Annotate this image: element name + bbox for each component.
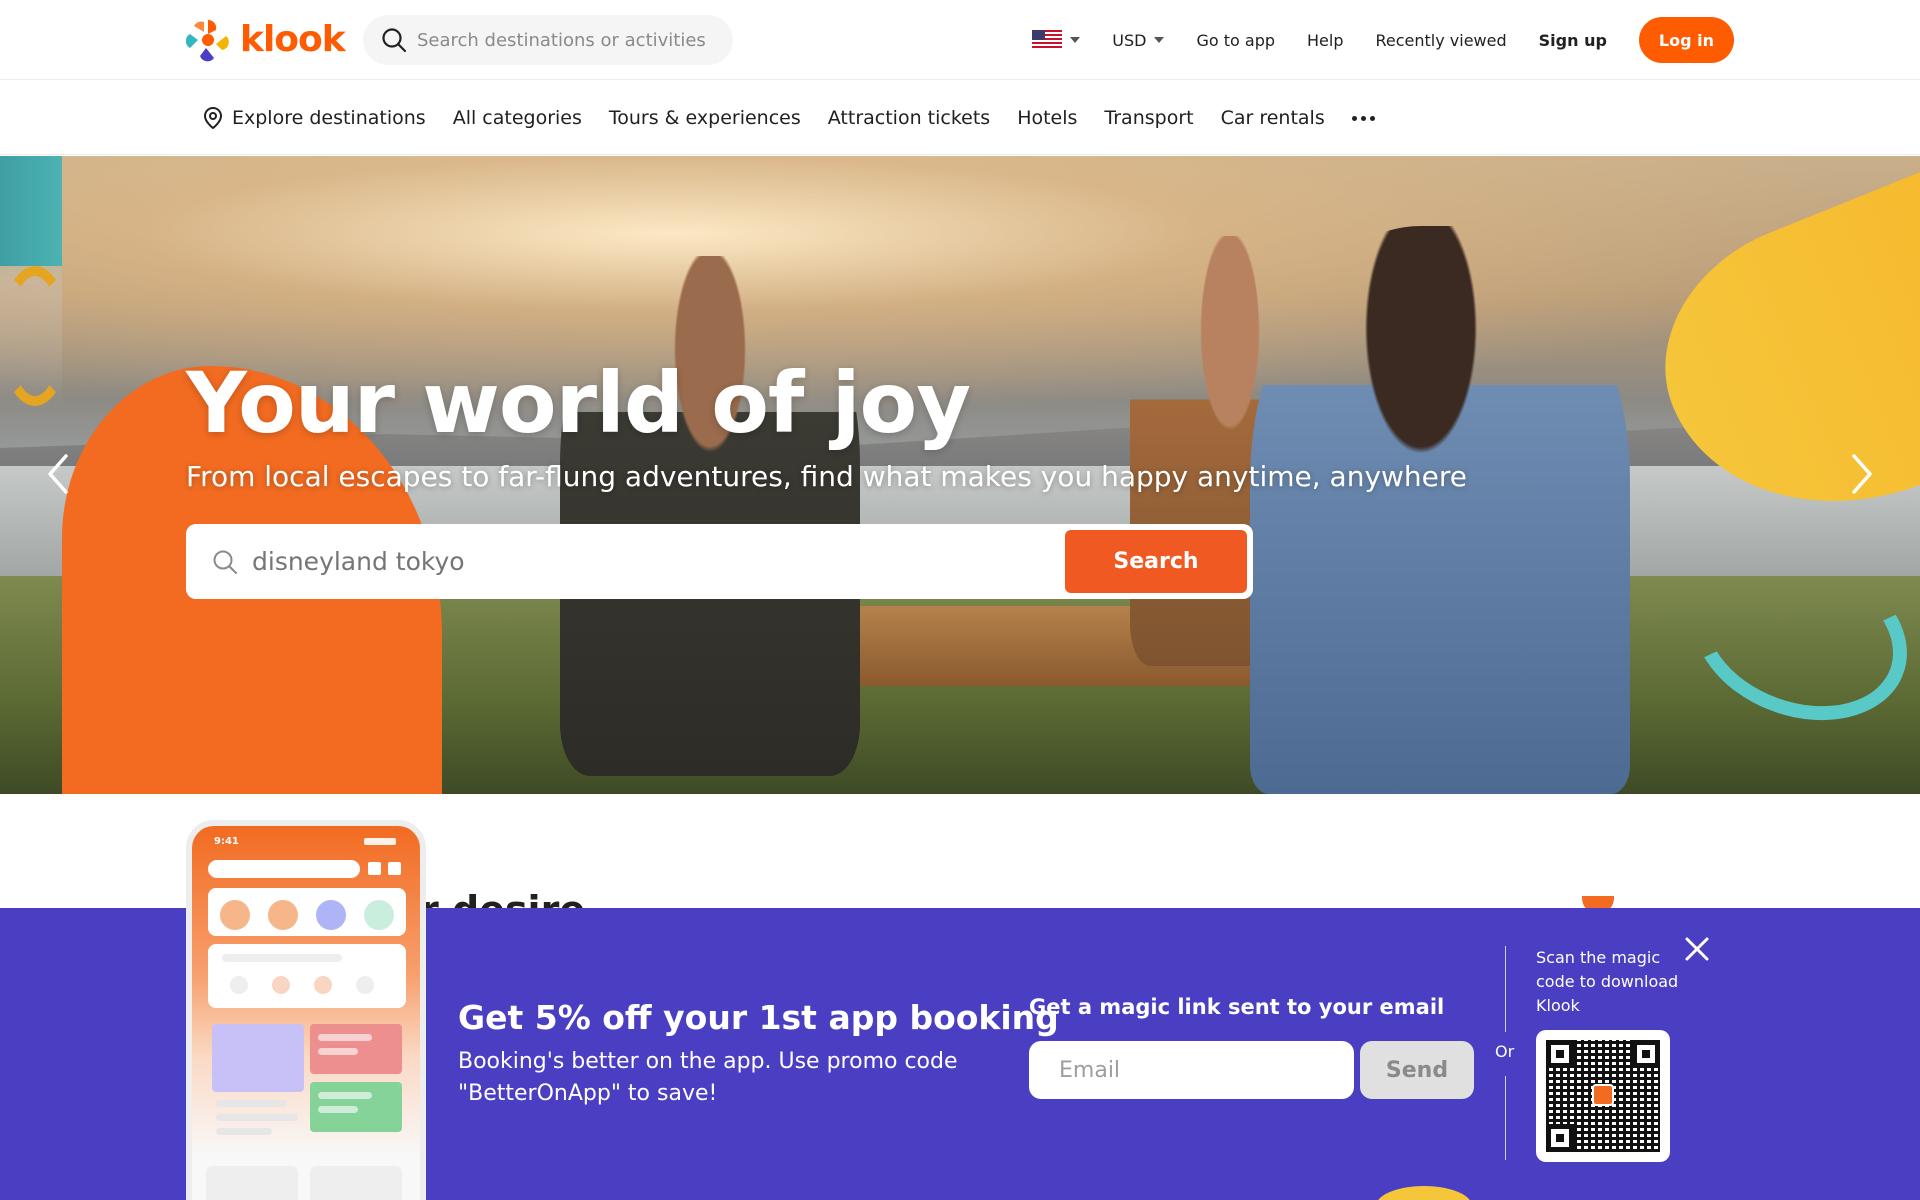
close-button[interactable]: [1684, 936, 1710, 962]
qr-code-icon: [1546, 1040, 1660, 1152]
more-options-icon[interactable]: [1351, 115, 1375, 121]
hero-image-person: [1250, 226, 1630, 794]
chevron-down-icon: [1070, 37, 1081, 43]
or-label: Or: [1495, 1042, 1515, 1061]
promo-title: Get 5% off your 1st app booking: [458, 998, 1059, 1037]
chevron-right-icon: [1852, 454, 1872, 494]
hero-image-person: [560, 256, 860, 776]
phone-placeholder-line: [216, 1100, 286, 1107]
hero-search-box[interactable]: Search: [186, 524, 1253, 599]
phone-placeholder-line: [318, 1106, 358, 1113]
scan-instructions: Scan the magic code to download Klook: [1536, 948, 1679, 1015]
nav-all-categories[interactable]: All categories: [453, 107, 582, 129]
hero-subtitle: From local escapes to far-flung adventur…: [186, 460, 1468, 493]
nav-transport[interactable]: Transport: [1104, 107, 1193, 129]
header-search-input[interactable]: [417, 29, 717, 51]
nav-hotels[interactable]: Hotels: [1017, 107, 1077, 129]
decorative-shape: [0, 156, 62, 266]
qr-code: [1536, 1030, 1670, 1162]
klook-logo-icon: [186, 19, 229, 62]
phone-card: [310, 1166, 402, 1200]
phone-placeholder-line: [216, 1114, 298, 1121]
app-phone-mockup: 9:41: [186, 820, 426, 1200]
phone-placeholder-line: [222, 954, 342, 962]
phone-category-icon: [220, 900, 250, 930]
phone-time: 9:41: [214, 836, 239, 847]
divider: [1505, 1076, 1506, 1160]
phone-placeholder-line: [318, 1034, 372, 1041]
us-flag-icon: [1032, 30, 1063, 50]
klook-logo[interactable]: klook: [186, 18, 346, 62]
nav-tours-experiences[interactable]: Tours & experiences: [609, 107, 801, 129]
phone-status-icons: [364, 838, 396, 845]
nav-explore-destinations[interactable]: Explore destinations: [202, 106, 426, 130]
phone-category-icon: [316, 900, 346, 930]
go-to-app-link[interactable]: Go to app: [1196, 31, 1275, 50]
email-field[interactable]: [1029, 1041, 1354, 1099]
nav-explore-label: Explore destinations: [232, 107, 426, 129]
klook-wordmark: klook: [240, 19, 346, 60]
hero-search-button[interactable]: Search: [1065, 530, 1247, 593]
location-pin-icon: [203, 106, 223, 130]
phone-tile: [212, 1024, 304, 1092]
category-nav: Explore destinations All categories Tour…: [0, 81, 1920, 155]
phone-card: [206, 1166, 298, 1200]
hero-search-input[interactable]: [252, 547, 1032, 576]
currency-label: USD: [1112, 30, 1147, 50]
chevron-left-icon: [48, 454, 68, 494]
decorative-shape: [1376, 1186, 1472, 1200]
search-icon: [213, 550, 237, 574]
carousel-prev-button[interactable]: [38, 444, 78, 504]
header-actions: USD Go to app Help Recently viewed Sign …: [1032, 16, 1734, 64]
phone-category-icon: [268, 900, 298, 930]
header-search-box[interactable]: [363, 15, 733, 65]
hero-banner: Your world of joy From local escapes to …: [0, 156, 1920, 794]
currency-selector[interactable]: USD: [1112, 30, 1165, 50]
phone-placeholder-line: [318, 1092, 372, 1099]
nav-attraction-tickets[interactable]: Attraction tickets: [828, 107, 990, 129]
magic-link-title: Get a magic link sent to your email: [1029, 995, 1445, 1019]
carousel-next-button[interactable]: [1842, 444, 1882, 504]
help-link[interactable]: Help: [1307, 31, 1343, 50]
sign-up-link[interactable]: Sign up: [1539, 31, 1607, 50]
phone-placeholder-dot: [314, 976, 332, 994]
recently-viewed-link[interactable]: Recently viewed: [1376, 31, 1507, 50]
phone-placeholder-dot: [230, 976, 248, 994]
phone-placeholder-dot: [272, 976, 290, 994]
top-header: klook USD Go to app Help Rec: [0, 0, 1920, 80]
hero-title: Your world of joy: [186, 354, 971, 452]
promo-description: Booking's better on the app. Use promo c…: [458, 1049, 958, 1106]
phone-placeholder-line: [318, 1048, 358, 1055]
search-icon: [382, 28, 407, 53]
nav-car-rentals[interactable]: Car rentals: [1221, 107, 1325, 129]
login-button[interactable]: Log in: [1638, 17, 1734, 63]
phone-placeholder-line: [216, 1128, 272, 1135]
send-button[interactable]: Send: [1360, 1041, 1474, 1099]
phone-icon: [368, 862, 381, 875]
chevron-down-icon: [1154, 37, 1165, 43]
phone-placeholder-dot: [356, 976, 374, 994]
phone-category-icon: [364, 900, 394, 930]
close-icon: [1685, 937, 1709, 961]
divider: [1505, 946, 1506, 1032]
klook-logo-icon: [1592, 1084, 1614, 1106]
language-selector[interactable]: [1032, 30, 1081, 50]
decorative-squiggle: [0, 266, 70, 406]
phone-icon: [388, 862, 401, 875]
phone-search-bar: [208, 860, 360, 878]
